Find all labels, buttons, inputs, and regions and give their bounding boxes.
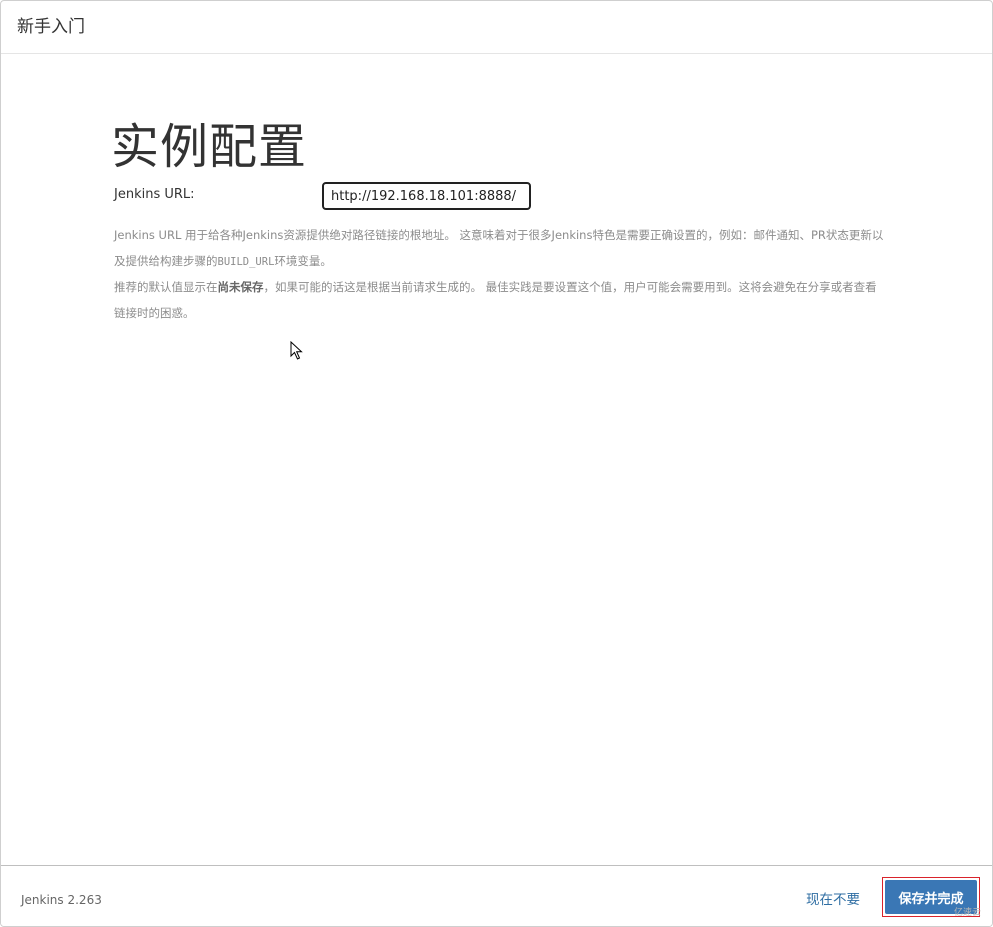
- page-title: 实例配置: [111, 119, 308, 175]
- jenkins-url-help: Jenkins URL 用于给各种Jenkins资源提供绝对路径链接的根地址。 …: [114, 223, 884, 326]
- setup-wizard-dialog: 新手入门 实例配置 Jenkins URL: Jenkins URL 用于给各种…: [0, 0, 993, 927]
- help-paragraph-1: Jenkins URL 用于给各种Jenkins资源提供绝对路径链接的根地址。 …: [114, 223, 884, 275]
- dialog-footer: Jenkins 2.263 现在不要 保存并完成: [1, 865, 992, 926]
- jenkins-url-input[interactable]: [322, 182, 531, 210]
- jenkins-version: Jenkins 2.263: [21, 893, 102, 907]
- help-text-2-bold: 尚未保存: [217, 280, 264, 294]
- dialog-header: 新手入门: [1, 1, 992, 54]
- help-text-1-tail: 环境变量。: [274, 253, 332, 268]
- help-text-2-pre: 推荐的默认值显示在: [114, 280, 218, 294]
- jenkins-url-label: Jenkins URL:: [114, 187, 195, 202]
- dialog-title: 新手入门: [17, 17, 85, 37]
- skip-button[interactable]: 现在不要: [806, 888, 860, 908]
- watermark: 亿速云: [954, 908, 982, 918]
- mouse-pointer-icon: [290, 341, 303, 360]
- build-url-code: BUILD_URL: [217, 255, 275, 268]
- help-paragraph-2: 推荐的默认值显示在尚未保存，如果可能的话这是根据当前请求生成的。 最佳实践是要设…: [114, 275, 884, 326]
